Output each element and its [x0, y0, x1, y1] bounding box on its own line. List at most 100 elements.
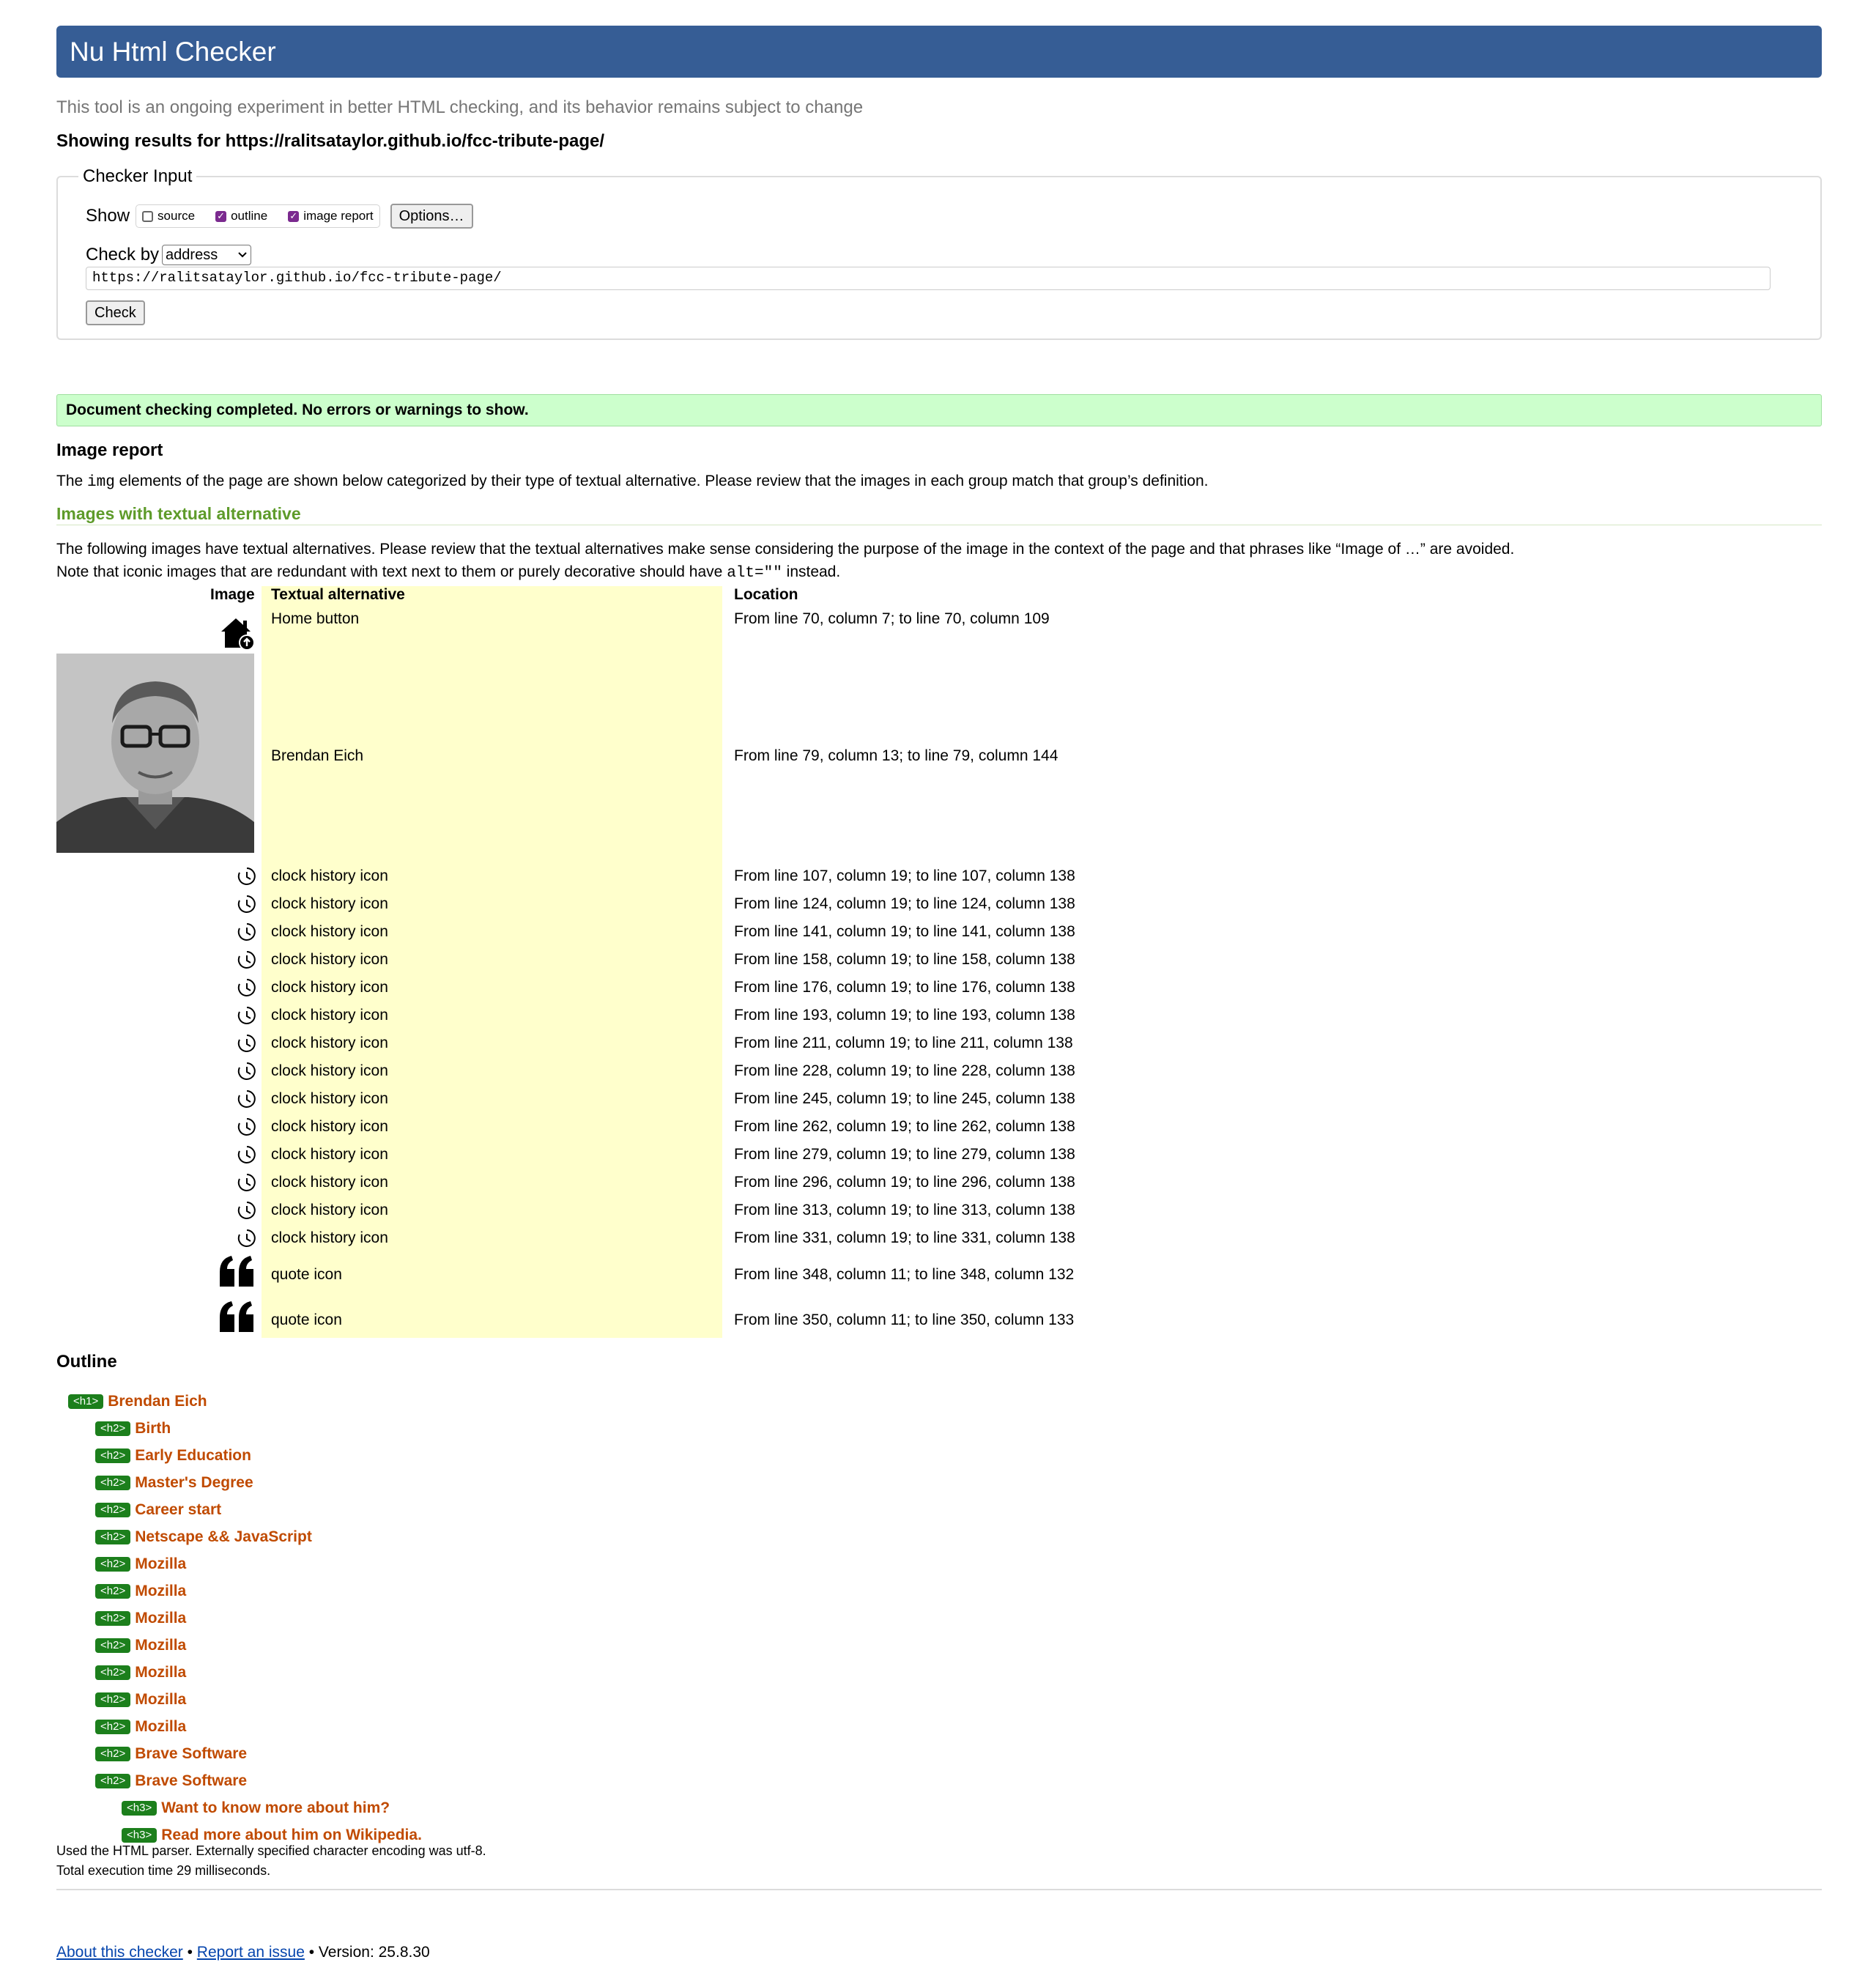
clock-history-icon — [237, 923, 256, 941]
outline-heading-text: Brave Software — [135, 1745, 248, 1762]
page: { "header": {"title": "Nu Html Checker"}… — [0, 0, 1876, 1987]
outline-item: <h2> Mozilla — [95, 1555, 186, 1573]
alt-text-clock: clock history icon — [271, 979, 388, 996]
portrait-photo — [56, 654, 254, 853]
outline-item: <h2> Mozilla — [95, 1610, 186, 1627]
outline-item: <h2> Mozilla — [95, 1718, 186, 1736]
location-clock: From line 141, column 19; to line 141, c… — [734, 923, 1075, 940]
outline-item: <h2> Netscape && JavaScript — [95, 1528, 312, 1546]
outline-heading-text: Mozilla — [135, 1664, 187, 1681]
outline-item: <h3> Read more about him on Wikipedia. — [122, 1827, 422, 1844]
outline-heading-text: Brave Software — [135, 1772, 248, 1789]
column-header-image: Image — [210, 586, 255, 603]
outline-heading-text: Mozilla — [135, 1637, 187, 1654]
option-outline-label: outline — [231, 209, 268, 223]
alt-text-clock: clock history icon — [271, 1174, 388, 1191]
quote-icon — [220, 1256, 253, 1287]
image-report-checkbox[interactable]: ✓ — [288, 210, 300, 222]
outline-heading-text: Early Education — [135, 1447, 251, 1464]
location-clock: From line 245, column 19; to line 245, c… — [734, 1090, 1075, 1107]
parser-note: Used the HTML parser. Externally specifi… — [56, 1843, 486, 1858]
location-clock: From line 124, column 19; to line 124, c… — [734, 895, 1075, 912]
checker-input-fieldset: Checker Input Show source ✓ outline ✓ im… — [56, 166, 1822, 340]
status-message-box: Document checking completed. No errors o… — [56, 394, 1822, 426]
report-issue-link[interactable]: Report an issue — [197, 1944, 305, 1961]
clock-history-icon — [237, 867, 256, 885]
outline-item: <h2> Brave Software — [95, 1745, 247, 1763]
clock-history-icon — [237, 1229, 256, 1247]
clock-history-icon — [237, 1035, 256, 1052]
outline-tag: <h3> — [122, 1801, 157, 1816]
outline-tag: <h2> — [95, 1774, 131, 1788]
images-with-alt-heading: Images with textual alternative — [56, 504, 301, 523]
options-button[interactable]: Options… — [390, 204, 473, 229]
outline-item: <h3> Want to know more about him? — [122, 1799, 390, 1817]
footer-links: About this checker • Report an issue • V… — [56, 1944, 430, 1961]
option-image-report[interactable]: ✓ image report — [288, 209, 374, 223]
alt-text-clock: clock history icon — [271, 1202, 388, 1218]
outline-heading-text: Birth — [135, 1420, 171, 1437]
outline-heading-text: Mozilla — [135, 1555, 187, 1572]
outline-item: <h2> Early Education — [95, 1447, 251, 1465]
outline-item: <h2> Master's Degree — [95, 1474, 253, 1492]
alt-empty-code: alt="" — [727, 565, 782, 582]
outline-heading: Outline — [56, 1352, 117, 1372]
outline-heading-text: Read more about him on Wikipedia. — [161, 1827, 422, 1843]
check-button[interactable]: Check — [86, 300, 145, 325]
alt-text-clock: clock history icon — [271, 1062, 388, 1079]
outline-heading-text: Mozilla — [135, 1718, 187, 1735]
location-quote: From line 348, column 11; to line 348, c… — [734, 1266, 1075, 1283]
status-message: Document checking completed. No errors o… — [66, 402, 529, 418]
alt-text-clock: clock history icon — [271, 1146, 388, 1163]
show-options-row: Show source ✓ outline ✓ image report Opt… — [86, 204, 473, 229]
subtitle: This tool is an ongoing experiment in be… — [56, 97, 864, 117]
clock-history-icon — [237, 1090, 256, 1108]
alt-text-home: Home button — [271, 610, 360, 627]
url-input[interactable]: https://ralitsataylor.github.io/fcc-trib… — [86, 267, 1771, 290]
outline-tag: <h2> — [95, 1421, 131, 1436]
clock-history-icon — [237, 1007, 256, 1024]
outline-heading-text: Brendan Eich — [108, 1393, 207, 1410]
outline-heading-text: Mozilla — [135, 1610, 187, 1627]
check-by-value: address — [166, 246, 218, 263]
outline-tag: <h2> — [95, 1557, 131, 1572]
location-clock: From line 279, column 19; to line 279, c… — [734, 1146, 1075, 1163]
option-outline[interactable]: ✓ outline — [215, 209, 267, 223]
outline-checkbox[interactable]: ✓ — [215, 210, 227, 222]
alt-text-quote: quote icon — [271, 1266, 342, 1283]
alt-text-clock: clock history icon — [271, 1035, 388, 1051]
option-source-label: source — [157, 209, 196, 223]
clock-history-icon — [237, 1146, 256, 1163]
check-by-select[interactable]: address — [162, 245, 252, 265]
quote-icon — [220, 1301, 253, 1332]
footer-separator: • — [182, 1944, 197, 1961]
outline-tag: <h2> — [95, 1530, 131, 1544]
clock-history-icon — [237, 1202, 256, 1219]
location-portrait: From line 79, column 13; to line 79, col… — [734, 747, 1059, 764]
note-text-end: instead. — [782, 563, 841, 580]
version-text: • Version: 25.8.30 — [304, 1944, 430, 1961]
showing-results: Showing results for https://ralitsataylo… — [56, 131, 605, 151]
outline-item: <h2> Brave Software — [95, 1772, 247, 1790]
outline-heading-text: Want to know more about him? — [161, 1799, 390, 1816]
clock-history-icon — [237, 1062, 256, 1080]
about-checker-link[interactable]: About this checker — [56, 1944, 183, 1961]
alt-text-clock: clock history icon — [271, 895, 388, 912]
location-clock: From line 313, column 19; to line 313, c… — [734, 1202, 1075, 1218]
outline-heading-text: Master's Degree — [135, 1474, 253, 1491]
image-note-line-1: The following images have textual altern… — [56, 541, 1515, 558]
home-upload-icon — [221, 618, 255, 651]
alt-text-clock: clock history icon — [271, 1007, 388, 1024]
outline-tag: <h2> — [95, 1584, 131, 1599]
outline-tag: <h3> — [122, 1828, 157, 1843]
outline-tag: <h2> — [95, 1720, 131, 1734]
show-options-group: source ✓ outline ✓ image report — [136, 204, 380, 228]
clock-history-icon — [237, 979, 256, 996]
note-text-start: Note that iconic images that are redunda… — [56, 563, 727, 580]
option-source[interactable]: source — [142, 209, 195, 223]
chevron-down-icon — [238, 252, 247, 258]
outline-item: <h2> Mozilla — [95, 1691, 186, 1709]
outline-tag: <h2> — [95, 1665, 131, 1680]
source-checkbox[interactable] — [142, 210, 154, 222]
outline-heading-text: Netscape && JavaScript — [135, 1528, 312, 1545]
